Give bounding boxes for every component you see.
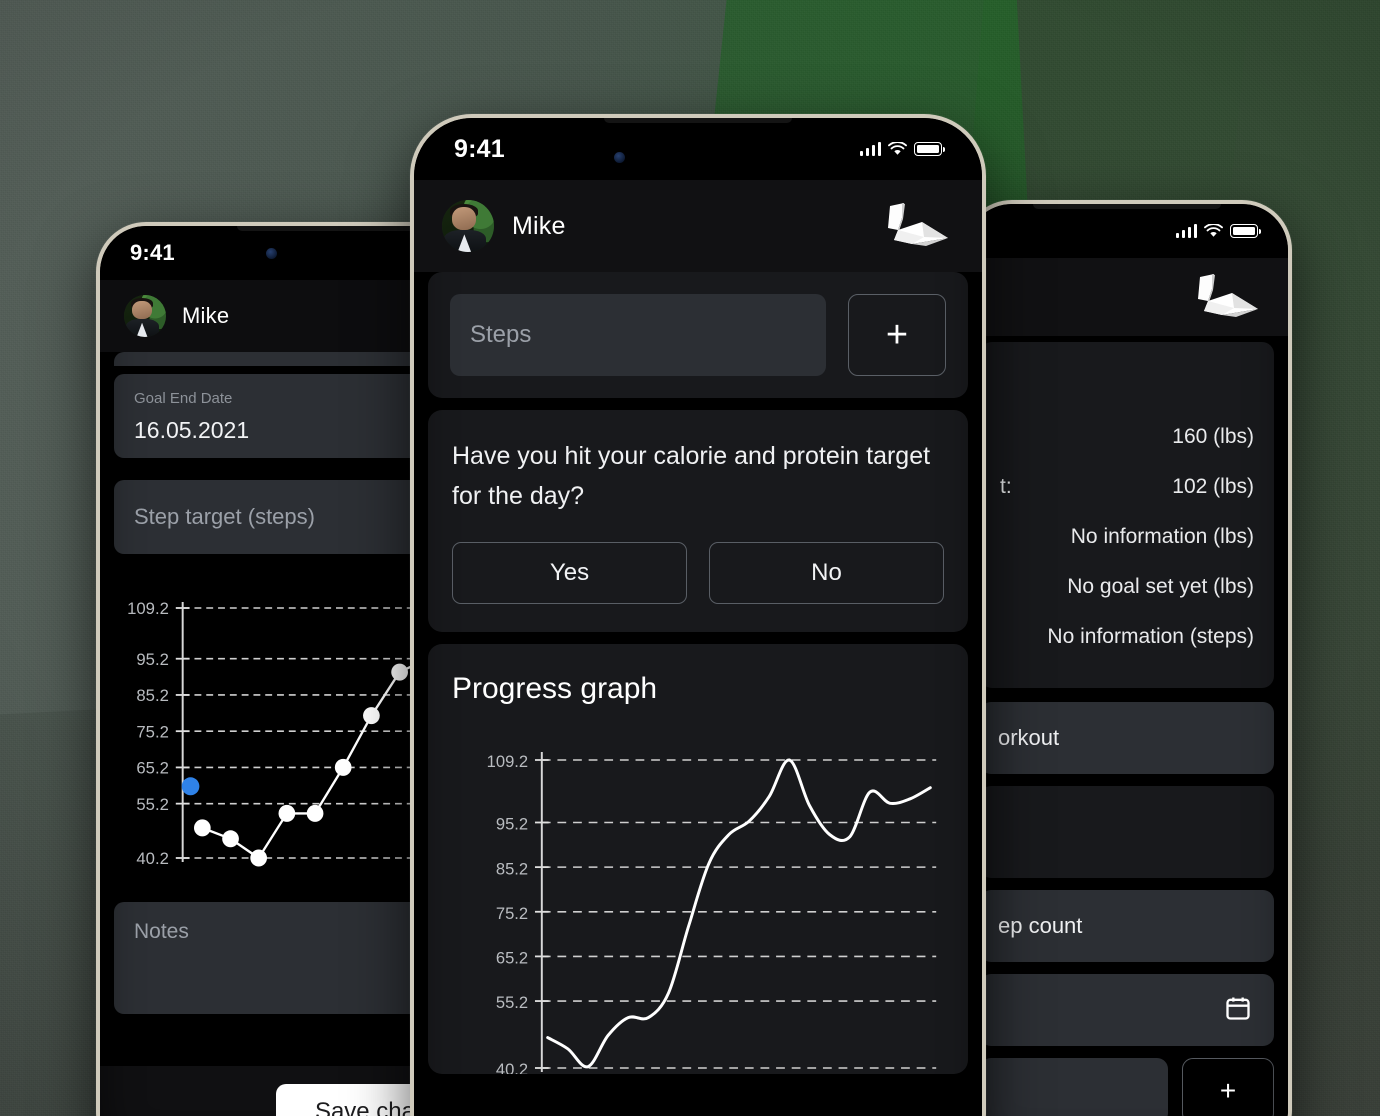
phone-right-status-bar [966, 204, 1288, 258]
action-button[interactable] [980, 786, 1274, 878]
action-button[interactable]: orkout [980, 702, 1274, 774]
battery-icon [914, 142, 945, 156]
chart-data-point[interactable] [363, 707, 380, 725]
stat-label: t: [1000, 475, 1012, 498]
steps-input[interactable]: Steps [450, 294, 826, 376]
cellular-signal-icon [859, 142, 881, 156]
y-axis-tick-label: 55.2 [136, 795, 169, 814]
phone-left-notch [237, 226, 425, 231]
calendar-icon[interactable] [1224, 994, 1252, 1027]
avatar[interactable] [124, 295, 166, 337]
phone-right-power-button[interactable] [1289, 414, 1292, 504]
status-icons [859, 141, 945, 156]
answer-row: Yes No [452, 542, 944, 604]
mini-text-input[interactable] [980, 1058, 1168, 1116]
chart-highlight-point[interactable] [181, 777, 200, 796]
y-axis-tick-label: 75.2 [496, 904, 528, 923]
stat-value: 102 (lbs) [1172, 475, 1254, 498]
flexed-bicep-logo [878, 200, 954, 252]
phone-center-notch [604, 118, 792, 123]
y-axis-tick-label: 55.2 [496, 993, 528, 1012]
battery-icon [1230, 224, 1261, 238]
chart-data-point[interactable] [250, 849, 268, 867]
step-target-placeholder: Step target (steps) [134, 504, 315, 529]
y-axis-tick-label: 95.2 [496, 815, 528, 834]
stat-row: t: 102 (lbs) [980, 462, 1274, 512]
phone-center-power-button[interactable] [983, 438, 986, 542]
question-text: Have you hit your calorie and protein ta… [452, 442, 931, 510]
y-axis-tick-label: 75.2 [136, 722, 169, 741]
y-axis-tick-label: 65.2 [136, 758, 169, 777]
chart-data-point[interactable] [222, 830, 239, 848]
answer-yes-button[interactable]: Yes [452, 542, 687, 604]
status-time: 9:41 [454, 134, 505, 163]
chart-data-point[interactable] [391, 663, 408, 681]
wifi-icon [1204, 223, 1223, 238]
y-axis-tick-label: 40.2 [136, 849, 169, 868]
chart-data-point[interactable] [278, 804, 296, 822]
y-axis-tick-label: 85.2 [496, 859, 528, 878]
phone-right-screen: 160 (lbs) t: 102 (lbs) No information (lbs)… [966, 204, 1288, 1116]
y-axis-tick-label: 65.2 [496, 948, 528, 967]
phone-right-notch [1033, 204, 1221, 209]
y-axis-tick-label: 85.2 [136, 686, 169, 705]
y-axis-tick-label: 40.2 [496, 1060, 528, 1074]
add-steps-button[interactable]: + [848, 294, 946, 376]
phone-left-mute-switch[interactable] [96, 396, 99, 430]
phone-center-screen: 9:41 Mike Steps + Have you hit your calo… [414, 118, 982, 1116]
chart-data-point[interactable] [306, 804, 324, 822]
stat-row: No information (lbs) [980, 512, 1274, 562]
progress-graph-card: Progress graph 109.2 95.2 85.2 75.2 65.2 55.2… [428, 644, 968, 1074]
phone-left-camera-icon [266, 248, 277, 259]
stat-row: 160 (lbs) [980, 412, 1274, 462]
scene-root: 9:41 Mike Goal End Date 16.05.2021 Step … [0, 0, 1380, 1116]
phone-center: 9:41 Mike Steps + Have you hit your calo… [410, 114, 986, 1116]
stat-value: No goal set yet (lbs) [1067, 575, 1254, 598]
stat-value: 160 (lbs) [1172, 425, 1254, 448]
phone-center-mute-switch[interactable] [410, 348, 413, 384]
steps-row: Steps + [450, 294, 946, 376]
steps-card: Steps + [428, 272, 968, 398]
chart-line-series [546, 758, 932, 1069]
progress-chart-smooth: 109.2 95.2 85.2 75.2 65.2 55.2 40.2 [452, 742, 944, 1074]
answer-no-button[interactable]: No [709, 542, 944, 604]
stat-row: No information (steps) [980, 612, 1274, 662]
phone-center-status-bar: 9:41 [414, 118, 982, 180]
stat-value: No information (steps) [1047, 625, 1254, 648]
flexed-bicep-logo [1188, 271, 1264, 323]
y-axis-tick-label: 109.2 [487, 752, 528, 771]
stats-card: 160 (lbs) t: 102 (lbs) No information (lbs)… [980, 342, 1274, 688]
chart-data-point[interactable] [334, 758, 352, 776]
mini-add-button[interactable]: + [1182, 1058, 1274, 1116]
steps-placeholder: Steps [470, 321, 532, 348]
date-picker-field[interactable] [980, 974, 1274, 1046]
notes-placeholder: Notes [134, 920, 189, 943]
stat-row: No goal set yet (lbs) [980, 562, 1274, 612]
progress-graph-title: Progress graph [452, 672, 658, 705]
phone-left-volume-down[interactable] [96, 526, 99, 586]
y-axis-tick-label: 109.2 [127, 599, 169, 618]
username-label: Mike [512, 211, 566, 240]
cellular-signal-icon [1175, 224, 1197, 238]
wifi-icon [888, 141, 907, 156]
phone-center-volume-down[interactable] [410, 494, 413, 560]
y-axis-tick-label: 95.2 [136, 650, 169, 669]
phone-center-body: Steps + Have you hit your calorie and pr… [414, 272, 982, 1116]
username-label: Mike [182, 303, 230, 328]
chart-data-point[interactable] [193, 819, 211, 837]
status-icons [1175, 223, 1261, 238]
mini-input-row: + [980, 1058, 1274, 1116]
status-time: 9:41 [130, 240, 175, 265]
phone-right-body: 160 (lbs) t: 102 (lbs) No information (lbs)… [966, 336, 1288, 1116]
stat-value: No information (lbs) [1070, 525, 1254, 548]
phone-left-volume-up[interactable] [96, 452, 99, 512]
question-card: Have you hit your calorie and protein ta… [428, 410, 968, 632]
action-button[interactable]: ep count [980, 890, 1274, 962]
phone-center-app-header: Mike [414, 180, 982, 272]
avatar[interactable] [442, 200, 494, 252]
phone-right: 160 (lbs) t: 102 (lbs) No information (lbs)… [962, 200, 1292, 1116]
phone-center-camera-icon [614, 152, 625, 163]
phone-center-volume-up[interactable] [410, 410, 413, 476]
phone-right-app-header [966, 258, 1288, 336]
